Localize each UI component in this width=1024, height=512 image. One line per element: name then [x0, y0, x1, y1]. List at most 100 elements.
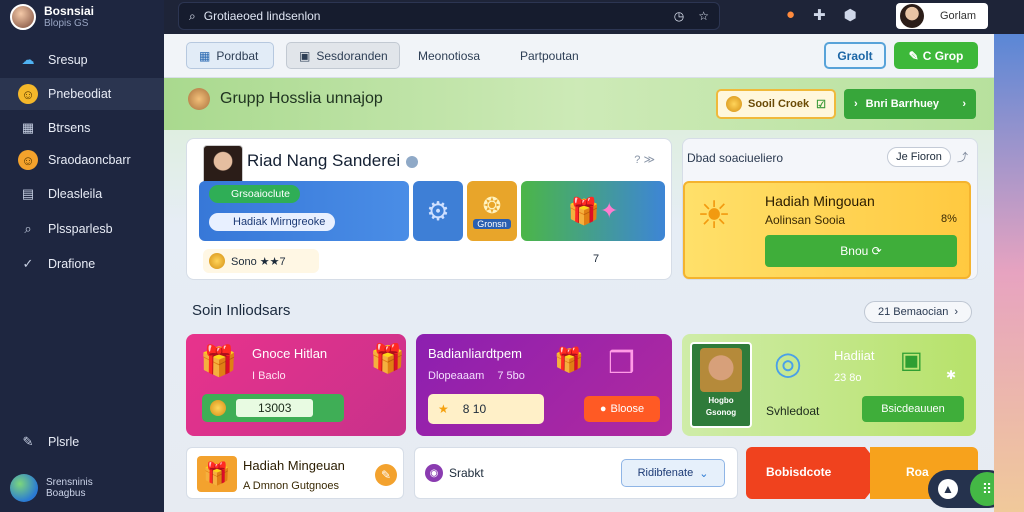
blue-pill[interactable]: Hadiak Mirngreoke — [209, 213, 336, 231]
section-title: Soin Inliodsars — [192, 302, 291, 319]
tile-label: Gronsn — [473, 219, 511, 229]
bottom-card-1[interactable]: ◉ Srabkt Ridibfenate ⌄ — [414, 447, 738, 499]
promo-card-0[interactable]: 🎁 Gnoce Hitlan I Baclo 🎁 13003 — [186, 334, 406, 436]
promo-button[interactable]: ● Bloose — [584, 396, 660, 422]
tab-3[interactable]: Partpoutan — [508, 42, 591, 69]
sidebar-item-6[interactable]: ✓ Drafione — [0, 248, 164, 280]
promo-button-label: Bloose — [610, 403, 645, 415]
sun-mascot-icon: ☀ — [697, 195, 732, 237]
cup-icon: ❒ — [608, 347, 635, 380]
promo-button[interactable]: Bsicdeauuen — [862, 396, 964, 422]
side-decoration — [994, 34, 1024, 512]
sidebar-item-label: Sraodaoncbarr — [48, 153, 131, 167]
birthday-button[interactable]: › Bnri Barrhuey › — [844, 89, 976, 119]
sidebar-item-1[interactable]: ☺ Pnebeodiat — [0, 78, 164, 110]
coin-tile[interactable]: ❂ Gronsn — [467, 181, 517, 241]
coin-icon — [726, 96, 742, 112]
extension-icon[interactable]: ⬢ — [844, 6, 857, 24]
top-icons: ● ✚ ⬢ — [786, 6, 857, 24]
ribbon-icon: ✦ — [599, 198, 619, 223]
sidebar-item-3[interactable]: ☺ Sraodaoncbarr — [0, 144, 164, 176]
tab-label: Pordbat — [216, 48, 259, 63]
share-icon[interactable]: ⤴ — [957, 149, 968, 165]
bottom-card-button[interactable]: Ridibfenate ⌄ — [621, 459, 725, 487]
chevron-down-icon: ⌄ — [699, 467, 709, 480]
bottom-card-label: Srabkt — [449, 466, 484, 480]
bottom-card-0[interactable]: 🎁 Hadiah Mingeuan A Dmnon Gutgnoes ✎ — [186, 447, 404, 499]
user-avatar — [900, 4, 924, 28]
weekly-header-pill[interactable]: Je Fioron — [887, 147, 951, 167]
tab-2[interactable]: Meonotiosa — [406, 42, 492, 69]
brand[interactable]: Bosnsiai Blopis GS — [10, 4, 94, 30]
group-icon — [188, 88, 210, 110]
edit-icon: ✎ — [22, 434, 34, 449]
promo-card-2[interactable]: Hogbo Gsonog ◎ Hadiiat 23 8o ▣ ✱ Svhledo… — [682, 334, 976, 436]
sidebar-item-label: Sresup — [48, 53, 88, 67]
tab-bar: ▦ Pordbat ▣ Sesdoranden Meonotiosa Partp… — [164, 34, 994, 78]
puzzle-icon[interactable]: ✚ — [813, 6, 826, 24]
orb-icon: ◎ — [774, 345, 802, 381]
weekly-claim-button[interactable]: Bnou ⟳ — [765, 235, 957, 267]
portrait-badge-bottom: Gsonog — [705, 408, 737, 417]
grid-icon: ▤ — [21, 186, 35, 201]
check-box-icon: ☑ — [816, 98, 826, 111]
bottom-card-title: Hadiah Mingeuan — [243, 458, 345, 473]
promo-card-1[interactable]: Badianliardtpem Dlopeaaam 7 5bo 🎁 ❒ ★ 8 … — [416, 334, 672, 436]
gift-icon: 🎁 — [370, 343, 405, 374]
sidebar-item-label: Plssparlesb — [48, 222, 113, 236]
promo-value-pill: 13003 — [202, 394, 344, 422]
section-pill[interactable]: 21 Bemaocian › — [864, 301, 972, 323]
smiley-icon: ☺ — [18, 84, 38, 104]
profile-name: Riad Nang Sanderei — [247, 151, 419, 171]
sidebar-item-4[interactable]: ▤ Dleasleila — [0, 178, 164, 210]
promo-sub-extra: 7 5bo — [497, 370, 525, 382]
more-icon[interactable]: ? ≫ — [634, 153, 655, 166]
promo-caption: Svhledoat — [766, 404, 820, 418]
sparkle-icon: ✱ — [946, 368, 957, 382]
check-icon: ✓ — [22, 256, 34, 271]
green-pill[interactable]: Grsoaioclute — [209, 185, 300, 203]
navigate-icon[interactable]: ▲ — [938, 479, 958, 499]
outline-button[interactable]: Graolt — [824, 42, 886, 69]
coin-icon: ● — [599, 403, 607, 415]
smiley-icon: ☺ — [18, 150, 38, 170]
sidebar-item-label: Pnebeodiat — [48, 87, 112, 101]
weekly-subtitle: Aolinsan Sooia — [765, 213, 846, 227]
history-icon[interactable]: ◷ — [674, 9, 684, 23]
sidebar-item-label: Drafione — [48, 257, 96, 271]
search-input[interactable]: Grotiaeoed lindsenlon — [204, 9, 321, 23]
bottom-card-sub: A Dmnon Gutgnoes — [243, 480, 340, 492]
promo-sub: Dlopeaaam 7 5bo — [428, 370, 525, 382]
tab-0[interactable]: ▦ Pordbat — [186, 42, 274, 69]
notification-icon[interactable]: ● — [786, 6, 795, 24]
group-title-text: Grupp Hosslia unnajop — [220, 90, 383, 107]
gear-tile-icon[interactable]: ⚙ — [413, 181, 463, 241]
leaf-icon: ✎ — [908, 48, 919, 63]
user-label: Gorlam — [940, 10, 977, 22]
social-check-pill[interactable]: Sooil Croek ☑ — [716, 89, 836, 119]
edit-icon[interactable]: ✎ — [375, 464, 397, 486]
group-title: Grupp Hosslia unnajop — [188, 88, 383, 110]
user-chip[interactable]: Gorlam — [896, 3, 988, 29]
brand-sub: Blopis GS — [44, 18, 89, 29]
star-pill: Sono ★★7 — [203, 249, 319, 273]
weekly-percent: 8% — [941, 213, 957, 225]
profile-card: Riad Nang Sanderei ? ≫ Grsoaioclute Hadi… — [186, 138, 672, 280]
star-icon[interactable]: ☆ — [698, 9, 709, 23]
grid-icon: ▦ — [199, 48, 211, 63]
gift-tile[interactable]: 🎁 ✦ — [521, 181, 665, 241]
sidebar-item-bottom[interactable]: ✎ Plsrle — [0, 426, 164, 458]
promo-title: Badianliardtpem — [428, 346, 522, 361]
search-bar[interactable]: ⌕ Grotiaeoed lindsenlon ◷ ☆ — [178, 2, 720, 30]
sidebar-item-0[interactable]: ☁ Sresup — [0, 44, 164, 76]
tab-1[interactable]: ▣ Sesdoranden — [286, 42, 400, 69]
create-group-button[interactable]: ✎ C Grop — [894, 42, 978, 69]
sidebar-item-5[interactable]: ⌕ Plssparlesb — [0, 213, 164, 245]
pill-label: Sooil Croek — [748, 98, 810, 110]
brand-avatar — [10, 4, 36, 30]
sidebar-item-2[interactable]: ▦ Btrsens — [0, 112, 164, 144]
reward-panel: Grsoaioclute Hadiak Mirngreoke — [199, 181, 409, 241]
footer-brand[interactable]: Srensninis Boagbus — [10, 474, 93, 502]
chevron-right-icon: › — [854, 98, 858, 110]
camera-icon: ▣ — [900, 347, 923, 374]
